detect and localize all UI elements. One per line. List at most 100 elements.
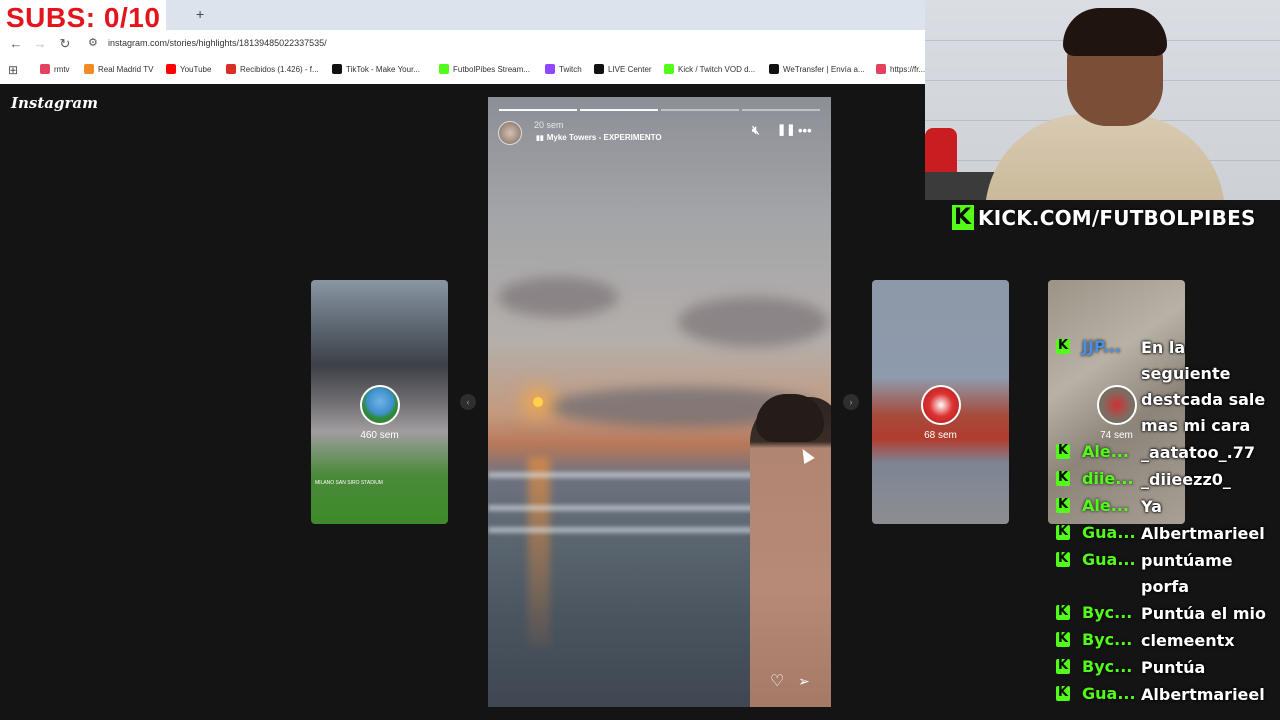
person-silhouette	[750, 397, 831, 707]
sun	[533, 397, 543, 407]
subs-counter: SUBS: 0/10	[0, 0, 167, 34]
chat-username: Ale...	[1082, 442, 1129, 461]
bookmark-item[interactable]: LIVE Center	[594, 64, 652, 74]
story-avatar[interactable]	[498, 121, 522, 145]
story-avatar-ring	[359, 385, 400, 425]
chat-message: K Ale... _aatatoo_.77	[1048, 439, 1280, 466]
chat-message: K Byc... Puntúa	[1048, 654, 1280, 681]
bookmark-label: TikTok - Make Your...	[346, 65, 420, 74]
bookmark-label: https://fr...	[890, 65, 926, 74]
more-options-icon[interactable]: •••	[798, 123, 812, 138]
story-caption: MILANO SAN SIRO STADIUM	[315, 480, 383, 486]
story-footer: ♡ ➢	[764, 671, 824, 693]
chat-text: En la seguiente destcada sale mas mi car…	[1141, 338, 1266, 435]
chat-message: K JJP... En la seguiente destcada sale mas…	[1048, 334, 1280, 439]
side-story-team[interactable]: 68 sem	[872, 280, 1009, 524]
send-icon[interactable]: ➢	[798, 673, 810, 690]
story-age: 20 sem	[534, 120, 564, 130]
reload-icon[interactable]: ↻	[57, 36, 73, 52]
chat-username: Gua...	[1082, 684, 1136, 703]
bookmark-label: rmtv	[54, 65, 70, 74]
chat-text: _aatatoo_.77	[1141, 443, 1256, 462]
bookmark-item[interactable]: rmtv	[40, 64, 70, 74]
bookmarks-bar: ⊞ rmtv Real Madrid TV YouTube Recibidos (1.…	[0, 58, 925, 82]
chat-message: K Byc... Puntúa el mio	[1048, 600, 1280, 627]
bookmark-item[interactable]: FutbolPibes Stream...	[439, 64, 530, 74]
chat-message: K Gua... Albertmarieel	[1048, 681, 1280, 708]
kick-badge-icon: K	[1056, 604, 1070, 620]
apps-grid-icon[interactable]: ⊞	[8, 63, 18, 77]
chat-message: Kdiie... _diieezz0_	[1048, 466, 1280, 493]
back-arrow-icon[interactable]: ←	[8, 36, 24, 51]
bookmark-label: YouTube	[180, 65, 212, 74]
bookmark-favicon-icon	[332, 64, 342, 74]
kick-badge-icon: K	[1056, 631, 1070, 647]
pause-icon[interactable]: ❚❚	[777, 123, 795, 136]
story-progress-bar	[499, 109, 820, 111]
story-age-label: 460 sem	[360, 430, 399, 441]
chat-username: JJP...	[1082, 337, 1121, 356]
instagram-logo[interactable]: Instagram	[11, 94, 98, 112]
bookmark-favicon-icon	[84, 64, 94, 74]
plus-icon[interactable]: +	[196, 6, 204, 22]
chat-username: diie...	[1082, 469, 1134, 488]
kick-logo-icon: K	[952, 205, 974, 230]
bookmark-item[interactable]: https://fr...	[876, 64, 925, 74]
progress-segment	[580, 109, 658, 111]
kick-badge-icon: K	[1056, 685, 1070, 701]
story-age-label: 68 sem	[924, 430, 957, 441]
kick-badge-icon: K	[1056, 497, 1070, 513]
chat-message: K Gua... Albertmarieel	[1048, 520, 1280, 547]
bookmark-favicon-icon	[166, 64, 176, 74]
bookmark-favicon-icon	[769, 64, 779, 74]
progress-segment	[499, 109, 577, 111]
bookmark-label: FutbolPibes Stream...	[453, 65, 530, 74]
navigation-bar: ← → ↻ ⚙ instagram.com/stories/highlights…	[0, 32, 925, 56]
kick-badge-icon: K	[1056, 338, 1070, 354]
site-info-icon[interactable]: ⚙	[88, 36, 98, 49]
chat-text: Puntúa el mio	[1141, 604, 1266, 623]
kick-url: KICK.COM/FUTBOLPIBES	[978, 206, 1256, 230]
mute-icon[interactable]: 🔇︎	[752, 123, 760, 138]
bookmark-favicon-icon	[594, 64, 604, 74]
chat-text: _diieezz0_	[1141, 470, 1231, 489]
chat-text: puntúame porfa	[1141, 551, 1233, 596]
bookmark-item[interactable]: YouTube	[166, 64, 211, 74]
chat-username: Gua...	[1082, 523, 1136, 542]
story-avatar-ring	[920, 385, 961, 425]
next-story-button[interactable]: ›	[843, 394, 859, 410]
story-music[interactable]: ▮▮ Myke Towers - EXPERIMENTO	[536, 133, 662, 142]
bookmark-favicon-icon	[40, 64, 50, 74]
bookmark-item[interactable]: TikTok - Make Your...	[332, 64, 420, 74]
side-story-stadium[interactable]: 460 sem MILANO SAN SIRO STADIUM	[311, 280, 448, 524]
address-bar[interactable]: instagram.com/stories/highlights/1813948…	[108, 38, 327, 48]
chat-overlay: K JJP... En la seguiente destcada sale mas…	[1048, 334, 1280, 708]
bookmark-label: WeTransfer | Envía a...	[783, 65, 865, 74]
bookmark-label: Twitch	[559, 65, 582, 74]
kick-badge-icon: K	[1056, 524, 1070, 540]
bookmark-label: Kick / Twitch VOD d...	[678, 65, 756, 74]
story-header: 20 sem ▮▮ Myke Towers - EXPERIMENTO 🔇︎ ❚❚…	[498, 119, 821, 149]
bookmark-label: LIVE Center	[608, 65, 652, 74]
previous-story-button[interactable]: ‹	[460, 394, 476, 410]
music-note-icon: ▮▮	[536, 135, 544, 142]
kick-badge-icon: K	[1056, 443, 1070, 459]
bookmark-favicon-icon	[226, 64, 236, 74]
bookmark-favicon-icon	[664, 64, 674, 74]
kick-badge-icon: K	[1056, 470, 1070, 486]
forward-arrow-icon[interactable]: →	[32, 36, 48, 51]
chat-username: Gua...	[1082, 550, 1136, 569]
bookmark-item[interactable]: WeTransfer | Envía a...	[769, 64, 865, 74]
heart-icon[interactable]: ♡	[770, 671, 784, 691]
streamer-hoodie	[985, 114, 1225, 200]
bookmark-item[interactable]: Real Madrid TV	[84, 64, 153, 74]
chat-message: K Byc... clemeentx	[1048, 627, 1280, 654]
chat-text: Albertmarieel	[1141, 685, 1265, 704]
webcam-overlay	[925, 0, 1280, 200]
main-story[interactable]: 20 sem ▮▮ Myke Towers - EXPERIMENTO 🔇︎ ❚❚…	[488, 97, 831, 707]
bookmark-item[interactable]: Recibidos (1.426) - f...	[226, 64, 319, 74]
bookmark-item[interactable]: Kick / Twitch VOD d...	[664, 64, 755, 74]
bookmark-item[interactable]: Twitch	[545, 64, 582, 74]
chat-username: Byc...	[1082, 603, 1133, 622]
progress-segment	[661, 109, 739, 111]
